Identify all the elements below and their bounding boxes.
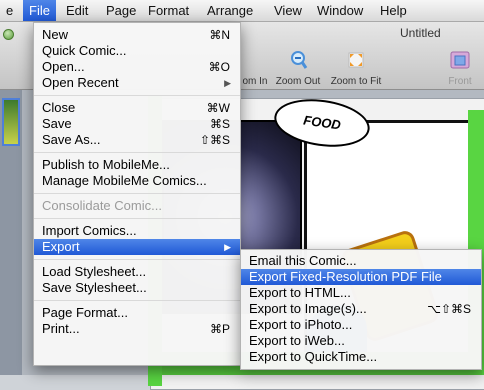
menu-item-shortcut: ⌘N <box>209 28 230 42</box>
page-thumbnail-strip <box>0 90 23 375</box>
menu-item-manage-mobileme-comics[interactable]: Manage MobileMe Comics... <box>34 173 240 189</box>
menu-item-label: Save Stylesheet... <box>42 280 147 295</box>
menu-item-publish-to-mobileme[interactable]: Publish to MobileMe... <box>34 157 240 173</box>
menu-item-label: Page Format... <box>42 305 128 320</box>
menu-item-shortcut: ⌘O <box>208 60 230 74</box>
window-title: Untitled <box>400 26 441 40</box>
menu-separator <box>34 152 240 153</box>
front-label: Front <box>448 76 472 87</box>
menu-item-export-to-iphoto[interactable]: Export to iPhoto... <box>241 317 481 333</box>
bring-to-front-icon <box>450 51 470 69</box>
menu-item-open[interactable]: Open... ⌘O <box>34 59 240 75</box>
zoom-to-fit-label: Zoom to Fit <box>330 76 382 87</box>
menubar-view[interactable]: View <box>268 0 308 21</box>
menu-item-label: Email this Comic... <box>249 253 357 268</box>
zoom-to-fit-icon <box>348 52 364 68</box>
page-thumbnail[interactable] <box>2 98 20 146</box>
menu-item-export-to-iweb[interactable]: Export to iWeb... <box>241 333 481 349</box>
menu-item-save-stylesheet[interactable]: Save Stylesheet... <box>34 280 240 296</box>
menu-item-label: Export to HTML... <box>249 285 351 300</box>
menu-item-label: Save As... <box>42 132 101 147</box>
menu-separator <box>34 300 240 301</box>
zoom-out-icon <box>291 51 308 69</box>
front-button[interactable]: Front <box>442 50 478 87</box>
menu-item-label: Export to Image(s)... <box>249 301 367 316</box>
menu-item-save-as[interactable]: Save As... ⇧⌘S <box>34 132 240 148</box>
menu-separator <box>34 95 240 96</box>
menu-item-import-comics[interactable]: Import Comics... <box>34 223 240 239</box>
menu-item-label: Export <box>42 239 80 254</box>
menu-item-label: Print... <box>42 321 80 336</box>
menu-item-label: Export to QuickTime... <box>249 349 378 364</box>
menubar-help[interactable]: Help <box>374 0 413 21</box>
menu-item-new[interactable]: New ⌘N <box>34 27 240 43</box>
menu-item-label: Export Fixed-Resolution PDF File <box>249 269 442 284</box>
menu-item-quick-comic[interactable]: Quick Comic... <box>34 43 240 59</box>
menubar-page[interactable]: Page <box>100 0 142 21</box>
menu-item-label: Manage MobileMe Comics... <box>42 173 207 188</box>
menu-item-close[interactable]: Close ⌘W <box>34 100 240 116</box>
zoom-out-button[interactable]: Zoom Out <box>272 50 324 87</box>
menu-item-label: Export to iPhoto... <box>249 317 353 332</box>
menu-item-page-format[interactable]: Page Format... <box>34 305 240 321</box>
zoom-out-label: Zoom Out <box>275 76 321 87</box>
menu-item-export-to-quicktime[interactable]: Export to QuickTime... <box>241 349 481 365</box>
submenu-arrow-icon: ▶ <box>224 242 231 252</box>
submenu-arrow-icon: ▶ <box>224 78 231 88</box>
menu-item-export-fixed-resolution-pdf-file[interactable]: Export Fixed-Resolution PDF File <box>241 269 481 285</box>
menubar-edit[interactable]: Edit <box>60 0 94 21</box>
menu-item-label: Publish to MobileMe... <box>42 157 170 172</box>
menu-item-label: Load Stylesheet... <box>42 264 147 279</box>
menubar-partial-item[interactable]: e <box>0 0 19 21</box>
menu-item-print[interactable]: Print... ⌘P <box>34 321 240 337</box>
menu-separator <box>34 218 240 219</box>
export-submenu: Email this Comic... Export Fixed-Resoluti… <box>240 249 482 370</box>
menu-item-label: Export to iWeb... <box>249 333 345 348</box>
menu-item-shortcut: ⌘W <box>206 101 230 115</box>
menu-item-load-stylesheet[interactable]: Load Stylesheet... <box>34 264 240 280</box>
zoom-window-button[interactable] <box>3 29 14 40</box>
menu-item-export[interactable]: Export ▶ <box>34 239 240 255</box>
menu-item-export-to-image-s[interactable]: Export to Image(s)... ⌥⇧⌘S <box>241 301 481 317</box>
menu-item-label: Close <box>42 100 76 115</box>
menu-item-label: Import Comics... <box>42 223 137 238</box>
menu-item-shortcut: ⇧⌘S <box>199 133 230 147</box>
menubar-file[interactable]: File <box>23 0 56 21</box>
zoom-to-fit-button[interactable]: Zoom to Fit <box>326 50 386 87</box>
zoom-in-label: om In <box>242 76 268 87</box>
menu-item-label: Quick Comic... <box>42 43 127 58</box>
menubar-window[interactable]: Window <box>311 0 369 21</box>
menu-item-open-recent[interactable]: Open Recent ▶ <box>34 75 240 91</box>
menu-item-label: Consolidate Comic... <box>42 198 162 213</box>
menu-item-label: New <box>42 27 69 42</box>
menu-item-email-this-comic[interactable]: Email this Comic... <box>241 253 481 269</box>
menu-item-consolidate-comic: Consolidate Comic... <box>34 198 240 214</box>
menu-item-label: Open Recent <box>42 75 119 90</box>
menubar-format[interactable]: Format <box>142 0 195 21</box>
menu-item-label: Save <box>42 116 72 131</box>
menu-separator <box>34 259 240 260</box>
menu-item-label: Open... <box>42 59 85 74</box>
menubar-arrange[interactable]: Arrange <box>201 0 259 21</box>
menu-item-shortcut: ⌥⇧⌘S <box>427 302 471 316</box>
menu-item-shortcut: ⌘S <box>209 117 230 131</box>
menu-item-shortcut: ⌘P <box>209 322 230 336</box>
zoom-in-button[interactable]: om In <box>238 50 272 87</box>
menu-item-export-to-html[interactable]: Export to HTML... <box>241 285 481 301</box>
file-menu: New ⌘N Quick Comic... Open... ⌘O Open Recent ▶… <box>33 22 241 366</box>
zoom-in-icon <box>244 50 266 72</box>
menu-item-save[interactable]: Save ⌘S <box>34 116 240 132</box>
menu-separator <box>34 193 240 194</box>
menu-bar: e File Edit Page Format Arrange View Win… <box>0 0 484 22</box>
